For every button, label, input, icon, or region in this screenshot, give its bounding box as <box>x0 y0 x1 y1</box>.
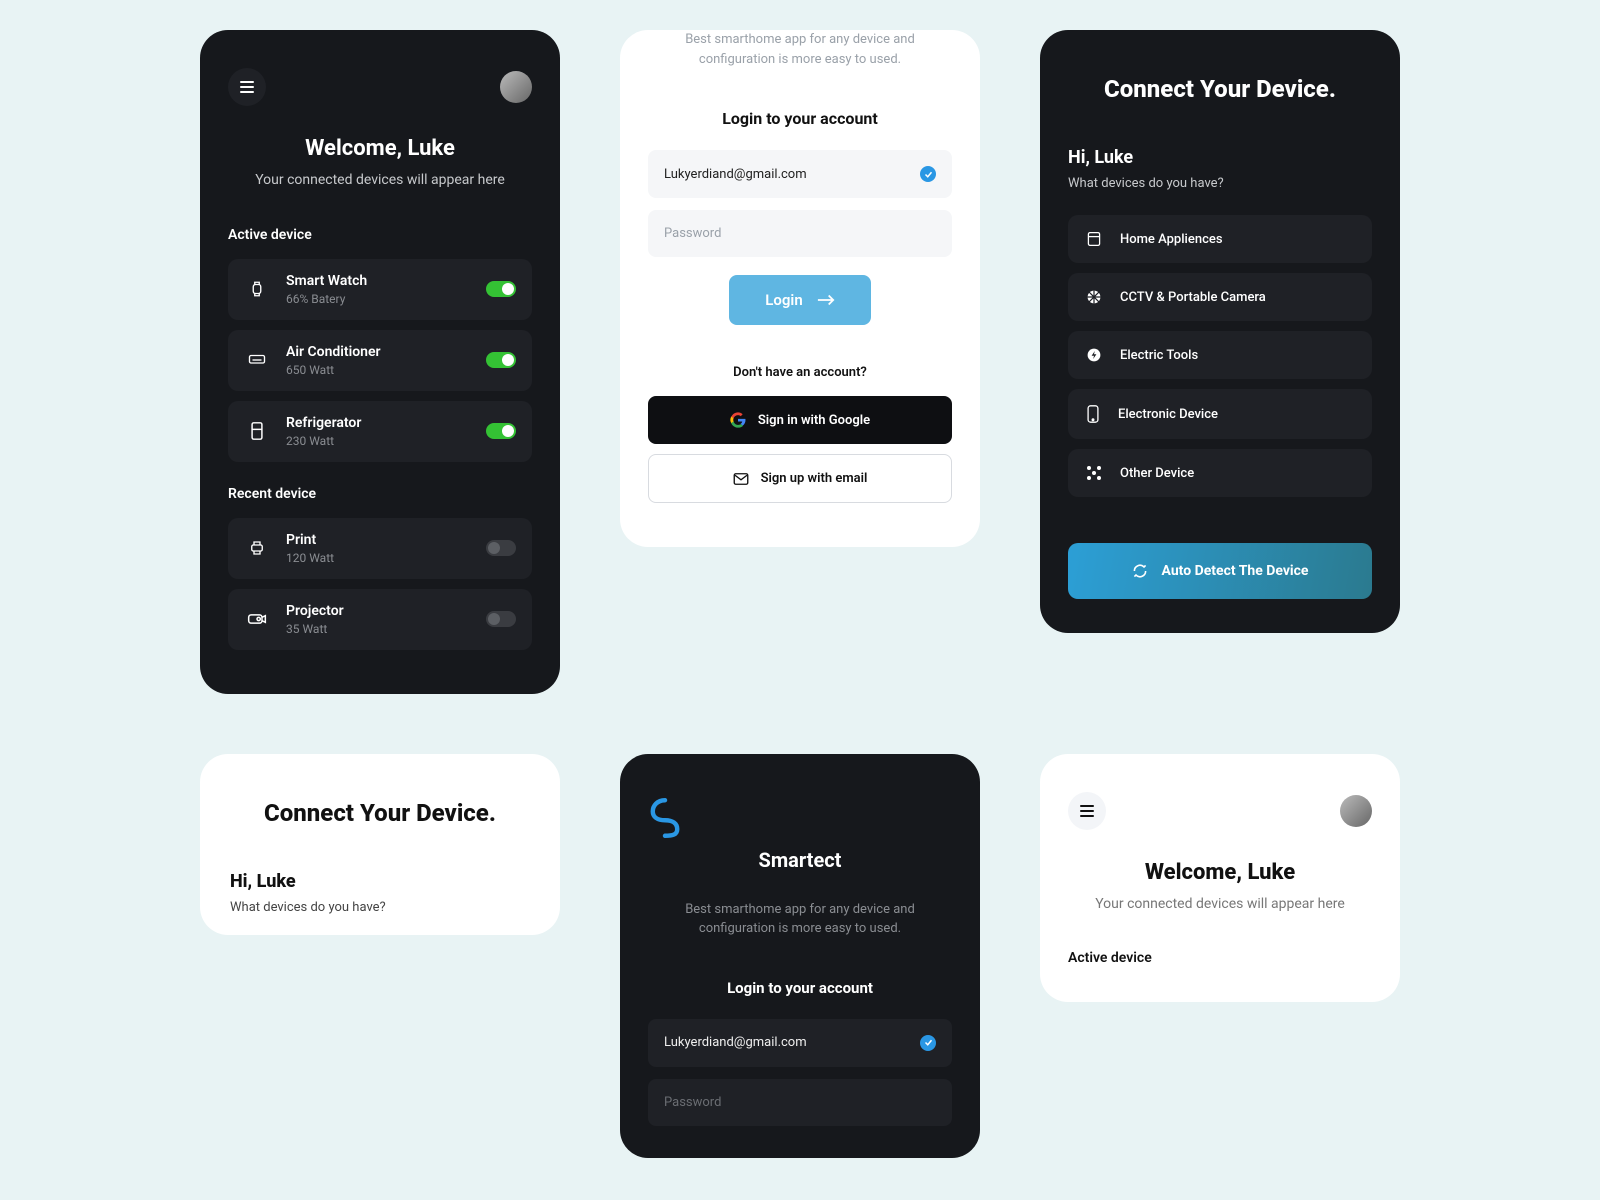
device-row-ac[interactable]: Air Conditioner 650 Watt <box>228 330 532 391</box>
google-icon <box>730 412 746 428</box>
device-name: Smart Watch <box>286 273 470 289</box>
google-signin-button[interactable]: Sign in with Google <box>648 396 952 444</box>
device-toggle[interactable] <box>486 540 516 556</box>
category-cctv[interactable]: CCTV & Portable Camera <box>1068 273 1372 321</box>
device-row-projector[interactable]: Projector 35 Watt <box>228 589 532 650</box>
projector-icon <box>244 612 270 626</box>
category-other[interactable]: Other Device <box>1068 449 1372 497</box>
device-name: Projector <box>286 603 470 619</box>
device-sub: 66% Batery <box>286 292 470 306</box>
device-name: Air Conditioner <box>286 344 470 360</box>
hi-greeting: Hi, Luke <box>230 871 530 892</box>
category-label: CCTV & Portable Camera <box>1120 290 1266 305</box>
device-sub: 230 Watt <box>286 434 470 448</box>
email-field[interactable] <box>664 167 920 182</box>
device-row-print[interactable]: Print 120 Watt <box>228 518 532 579</box>
password-field[interactable] <box>664 226 936 241</box>
hamburger-icon <box>1080 805 1094 817</box>
device-row-smart-watch[interactable]: Smart Watch 66% Batery <box>228 259 532 320</box>
login-button[interactable]: Login <box>729 275 870 325</box>
device-sub: 120 Watt <box>286 551 470 565</box>
category-electric-tools[interactable]: Electric Tools <box>1068 331 1372 379</box>
check-icon <box>920 166 936 182</box>
welcome-subtitle: Your connected devices will appear here <box>1068 895 1372 915</box>
email-field[interactable] <box>664 1035 920 1050</box>
ac-icon <box>244 353 270 367</box>
welcome-heading: Welcome, Luke <box>1068 860 1372 885</box>
device-question: What devices do you have? <box>1068 176 1372 191</box>
login-card-dark: Smartect Best smarthome app for any devi… <box>620 754 980 1158</box>
category-label: Home Appliences <box>1120 232 1223 247</box>
auto-detect-label: Auto Detect The Device <box>1162 563 1309 579</box>
device-name: Refrigerator <box>286 415 470 431</box>
bolt-icon <box>1086 347 1102 363</box>
device-toggle[interactable] <box>486 352 516 368</box>
email-signup-button[interactable]: Sign up with email <box>648 454 952 503</box>
hamburger-icon <box>240 81 254 93</box>
printer-icon <box>244 539 270 557</box>
grid-icon <box>1086 465 1102 481</box>
active-device-label: Active device <box>1068 950 1372 966</box>
category-home-appliances[interactable]: Home Appliences <box>1068 215 1372 263</box>
check-icon <box>920 1035 936 1051</box>
refresh-icon <box>1132 563 1148 579</box>
category-electronic-device[interactable]: Electronic Device <box>1068 389 1372 439</box>
avatar[interactable] <box>1340 795 1372 827</box>
app-tagline: Best smarthome app for any device and co… <box>648 900 952 939</box>
email-input-wrap[interactable] <box>648 1019 952 1067</box>
avatar[interactable] <box>500 71 532 103</box>
arrow-right-icon <box>817 294 835 306</box>
active-device-label: Active device <box>228 227 532 243</box>
phone-icon <box>1086 405 1100 423</box>
device-toggle[interactable] <box>486 611 516 627</box>
camera-icon <box>1086 289 1102 305</box>
mail-icon <box>733 473 749 485</box>
connect-device-card-dark: Connect Your Device. Hi, Luke What devic… <box>1040 30 1400 633</box>
auto-detect-button[interactable]: Auto Detect The Device <box>1068 543 1372 599</box>
watch-icon <box>244 280 270 298</box>
category-label: Other Device <box>1120 466 1194 481</box>
recent-device-label: Recent device <box>228 486 532 502</box>
login-heading: Login to your account <box>648 109 952 128</box>
connect-title: Connect Your Device. <box>1068 74 1372 105</box>
device-toggle[interactable] <box>486 281 516 297</box>
login-heading: Login to your account <box>648 979 952 997</box>
welcome-subtitle: Your connected devices will appear here <box>228 171 532 191</box>
email-btn-label: Sign up with email <box>761 471 868 486</box>
welcome-card-light: Welcome, Luke Your connected devices wil… <box>1040 754 1400 1003</box>
device-question: What devices do you have? <box>230 900 530 915</box>
password-input-wrap[interactable] <box>648 1079 952 1126</box>
connect-title: Connect Your Device. <box>230 798 530 829</box>
device-row-fridge[interactable]: Refrigerator 230 Watt <box>228 401 532 462</box>
login-card-light: Best smarthome app for any device and co… <box>620 30 980 547</box>
menu-button[interactable] <box>1068 792 1106 830</box>
welcome-heading: Welcome, Luke <box>228 136 532 161</box>
menu-button[interactable] <box>228 68 266 106</box>
welcome-card-dark: Welcome, Luke Your connected devices wil… <box>200 30 560 694</box>
connect-device-card-light: Connect Your Device. Hi, Luke What devic… <box>200 754 560 935</box>
device-sub: 35 Watt <box>286 622 470 636</box>
password-input-wrap[interactable] <box>648 210 952 257</box>
category-label: Electric Tools <box>1120 348 1198 363</box>
category-label: Electronic Device <box>1118 407 1218 422</box>
device-name: Print <box>286 532 470 548</box>
app-tagline: Best smarthome app for any device and co… <box>648 30 952 69</box>
device-toggle[interactable] <box>486 423 516 439</box>
brand-logo-icon <box>648 798 682 838</box>
no-account-text: Don't have an account? <box>648 365 952 380</box>
device-sub: 650 Watt <box>286 363 470 377</box>
google-btn-label: Sign in with Google <box>758 413 870 428</box>
appliance-icon <box>1086 231 1102 247</box>
password-field[interactable] <box>664 1095 936 1110</box>
hi-greeting: Hi, Luke <box>1068 147 1372 168</box>
brand-name: Smartect <box>648 848 952 872</box>
email-input-wrap[interactable] <box>648 150 952 198</box>
fridge-icon <box>244 422 270 440</box>
login-button-label: Login <box>765 291 802 309</box>
